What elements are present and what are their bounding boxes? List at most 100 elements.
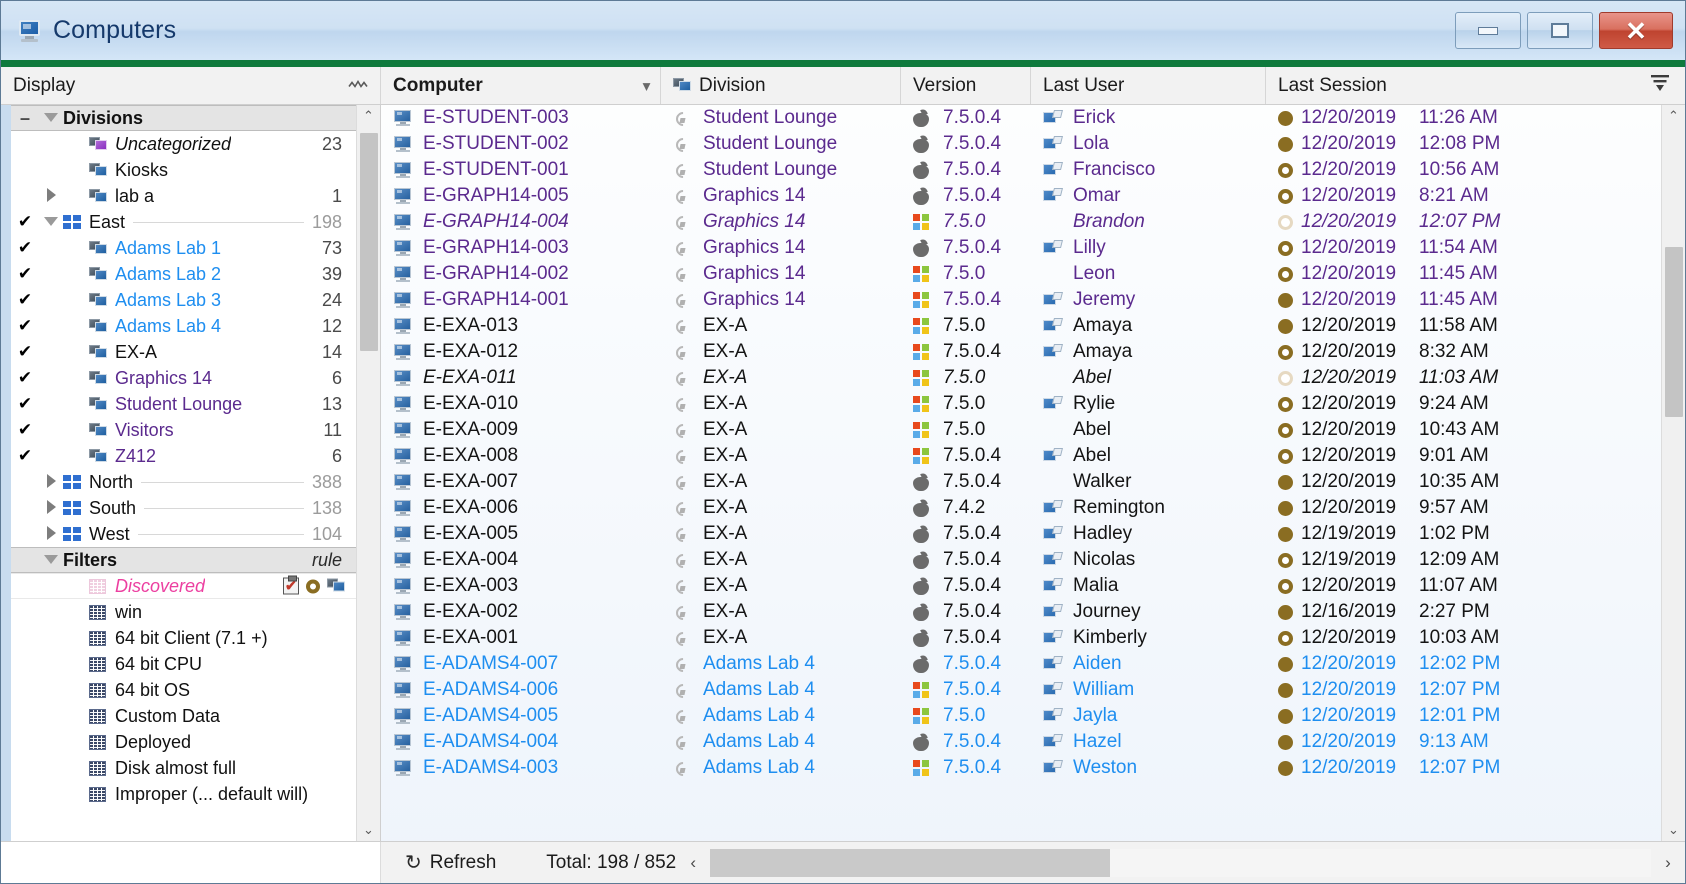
cell-last-session[interactable]: 12/20/2019 10:56 AM — [1266, 159, 1661, 181]
cell-last-user[interactable]: Leon — [1031, 263, 1266, 285]
cell-division[interactable]: Adams Lab 4 — [661, 731, 901, 753]
cell-division[interactable]: EX-A — [661, 497, 901, 519]
sidebar-section-filters[interactable]: Filters rule — [11, 547, 356, 573]
cell-division[interactable]: EX-A — [661, 523, 901, 545]
sidebar-filter-win[interactable]: win — [11, 599, 356, 625]
cell-last-session[interactable]: 12/20/2019 12:01 PM — [1266, 705, 1661, 727]
cell-last-user[interactable]: Hadley — [1031, 523, 1266, 545]
expander-icon[interactable] — [39, 215, 63, 229]
sidebar-filter-custom-data[interactable]: Custom Data — [11, 703, 356, 729]
cell-computer[interactable]: E-EXA-010 — [381, 393, 661, 415]
cell-computer[interactable]: E-EXA-009 — [381, 419, 661, 441]
cell-version[interactable]: 7.5.0 — [901, 419, 1031, 441]
table-row[interactable]: E-EXA-008 EX-A 7.5.0.4 Abel 12/20/2019 9:01 A… — [381, 443, 1661, 469]
cell-version[interactable]: 7.5.0.4 — [901, 289, 1031, 311]
sidebar-item-adams-lab-1[interactable]: ✔ Adams Lab 1 73 — [11, 235, 356, 261]
cell-last-session[interactable]: 12/20/2019 11:26 AM — [1266, 107, 1661, 129]
cell-last-user[interactable]: Amaya — [1031, 341, 1266, 363]
sidebar-item-graphics-14[interactable]: ✔ Graphics 14 6 — [11, 365, 356, 391]
cell-last-session[interactable]: 12/20/2019 10:43 AM — [1266, 419, 1661, 441]
cell-last-session[interactable]: 12/20/2019 9:13 AM — [1266, 731, 1661, 753]
table-row[interactable]: E-STUDENT-003 Student Lounge 7.5.0.4 Erick 1… — [381, 105, 1661, 131]
cell-last-user[interactable]: Abel — [1031, 445, 1266, 467]
cell-version[interactable]: 7.4.2 — [901, 497, 1031, 519]
cell-version[interactable]: 7.5.0.4 — [901, 107, 1031, 129]
sidebar-item-adams-lab-3[interactable]: ✔ Adams Lab 3 24 — [11, 287, 356, 313]
cell-last-user[interactable]: Abel — [1031, 367, 1266, 389]
table-row[interactable]: E-ADAMS4-006 Adams Lab 4 7.5.0.4 William 12/… — [381, 677, 1661, 703]
table-row[interactable]: E-EXA-006 EX-A 7.4.2 Remington 12/20/2019 9:5… — [381, 495, 1661, 521]
cell-division[interactable]: Adams Lab 4 — [661, 757, 901, 779]
table-row[interactable]: E-ADAMS4-003 Adams Lab 4 7.5.0.4 Weston 12/2… — [381, 755, 1661, 781]
table-row[interactable]: E-STUDENT-002 Student Lounge 7.5.0.4 Lola 12… — [381, 131, 1661, 157]
table-row[interactable]: E-GRAPH14-002 Graphics 14 7.5.0 Leon 12/20/2… — [381, 261, 1661, 287]
cell-last-session[interactable]: 12/20/2019 8:32 AM — [1266, 341, 1661, 363]
sidebar-item-west[interactable]: West 104 — [11, 521, 356, 547]
check-icon[interactable]: ✔ — [11, 212, 39, 232]
expander-down-icon[interactable] — [39, 111, 63, 125]
table-row[interactable]: E-GRAPH14-001 Graphics 14 7.5.0.4 Jeremy 12/… — [381, 287, 1661, 313]
cell-version[interactable]: 7.5.0.4 — [901, 549, 1031, 571]
cell-last-session[interactable]: 12/19/2019 12:09 AM — [1266, 549, 1661, 571]
cell-last-session[interactable]: 12/20/2019 12:08 PM — [1266, 133, 1661, 155]
table-row[interactable]: E-EXA-001 EX-A 7.5.0.4 Kimberly 12/20/2019 10… — [381, 625, 1661, 651]
sidebar-tree[interactable]: – Divisions Uncategorized 23 Kiosks lab a 1 ✔ Ea… — [11, 105, 356, 841]
cell-version[interactable]: 7.5.0.4 — [901, 445, 1031, 467]
cell-last-user[interactable]: Jayla — [1031, 705, 1266, 727]
hscroll-track[interactable] — [710, 848, 1651, 877]
cell-last-user[interactable]: William — [1031, 679, 1266, 701]
cell-last-session[interactable]: 12/20/2019 10:35 AM — [1266, 471, 1661, 493]
cell-version[interactable]: 7.5.0.4 — [901, 159, 1031, 181]
cell-division[interactable]: Graphics 14 — [661, 263, 901, 285]
sidebar-item-east[interactable]: ✔ East 198 — [11, 209, 356, 235]
cell-last-user[interactable]: Weston — [1031, 757, 1266, 779]
sidebar-filter-improper-default-will-[interactable]: Improper (... default will) — [11, 781, 356, 807]
cell-last-user[interactable]: Erick — [1031, 107, 1266, 129]
cell-computer[interactable]: E-EXA-004 — [381, 549, 661, 571]
cell-last-user[interactable]: Omar — [1031, 185, 1266, 207]
cell-division[interactable]: Adams Lab 4 — [661, 653, 901, 675]
cell-last-session[interactable]: 12/16/2019 2:27 PM — [1266, 601, 1661, 623]
hscroll-left-icon[interactable]: ‹ — [676, 853, 710, 873]
cell-last-session[interactable]: 12/20/2019 11:54 AM — [1266, 237, 1661, 259]
cell-last-session[interactable]: 12/20/2019 10:03 AM — [1266, 627, 1661, 649]
table-scroll-down-icon[interactable]: ⌄ — [1662, 819, 1686, 841]
expander-icon[interactable] — [39, 473, 63, 491]
cell-version[interactable]: 7.5.0 — [901, 211, 1031, 233]
cell-computer[interactable]: E-ADAMS4-007 — [381, 653, 661, 675]
cell-last-user[interactable]: Lilly — [1031, 237, 1266, 259]
cell-last-user[interactable]: Francisco — [1031, 159, 1266, 181]
cell-version[interactable]: 7.5.0 — [901, 393, 1031, 415]
column-header-last-user[interactable]: Last User — [1031, 67, 1266, 104]
cell-last-user[interactable]: Aiden — [1031, 653, 1266, 675]
table-scrollbar[interactable]: ⌃ ⌄ — [1661, 105, 1685, 841]
cell-computer[interactable]: E-EXA-005 — [381, 523, 661, 545]
cell-last-user[interactable]: Abel — [1031, 419, 1266, 441]
cell-division[interactable]: Student Lounge — [661, 133, 901, 155]
sidebar-scroll-thumb[interactable] — [359, 133, 378, 351]
cell-division[interactable]: EX-A — [661, 341, 901, 363]
cell-last-user[interactable]: Brandon — [1031, 211, 1266, 233]
table-row[interactable]: E-EXA-005 EX-A 7.5.0.4 Hadley 12/19/2019 1:02… — [381, 521, 1661, 547]
cell-computer[interactable]: E-ADAMS4-003 — [381, 757, 661, 779]
table-row[interactable]: E-EXA-003 EX-A 7.5.0.4 Malia 12/20/2019 11:07… — [381, 573, 1661, 599]
cell-version[interactable]: 7.5.0.4 — [901, 627, 1031, 649]
cell-computer[interactable]: E-EXA-003 — [381, 575, 661, 597]
cell-computer[interactable]: E-GRAPH14-004 — [381, 211, 661, 233]
cell-division[interactable]: Student Lounge — [661, 159, 901, 181]
cell-last-session[interactable]: 12/20/2019 9:01 AM — [1266, 445, 1661, 467]
table-scroll-up-icon[interactable]: ⌃ — [1662, 105, 1686, 127]
cell-division[interactable]: EX-A — [661, 575, 901, 597]
cell-division[interactable]: EX-A — [661, 445, 901, 467]
cell-last-session[interactable]: 12/20/2019 11:03 AM — [1266, 367, 1661, 389]
cell-division[interactable]: Graphics 14 — [661, 289, 901, 311]
table-rows-container[interactable]: E-STUDENT-003 Student Lounge 7.5.0.4 Erick 1… — [381, 105, 1661, 841]
minimize-button[interactable] — [1455, 12, 1521, 49]
check-icon[interactable]: ✔ — [11, 238, 39, 258]
cell-version[interactable]: 7.5.0.4 — [901, 757, 1031, 779]
expander-icon[interactable] — [39, 499, 63, 517]
cell-last-session[interactable]: 12/20/2019 9:57 AM — [1266, 497, 1661, 519]
sidebar-item-lab-a[interactable]: lab a 1 — [11, 183, 356, 209]
cell-division[interactable]: Adams Lab 4 — [661, 705, 901, 727]
table-row[interactable]: E-EXA-004 EX-A 7.5.0.4 Nicolas 12/19/2019 12:… — [381, 547, 1661, 573]
